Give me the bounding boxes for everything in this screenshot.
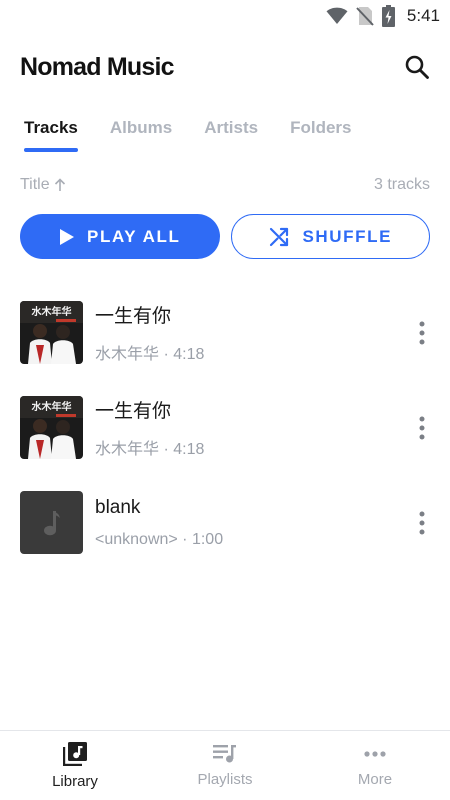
nav-library-label: Library: [52, 773, 98, 790]
album-art: 水木年华: [20, 301, 83, 364]
track-more-button[interactable]: [412, 413, 432, 443]
shuffle-button[interactable]: SHUFFLE: [230, 214, 430, 259]
album-art-text: 水木年华: [31, 400, 72, 413]
arrow-up-icon: [54, 178, 65, 191]
more-vertical-icon: [419, 416, 425, 439]
track-title: 一生有你: [95, 306, 172, 327]
sort-button[interactable]: Title: [20, 176, 66, 194]
track-row[interactable]: 水木年华 一生有你 水木年华 · 4:18: [0, 285, 450, 380]
bottom-nav: Library Playlists More: [0, 730, 450, 800]
wifi-icon: [326, 7, 348, 25]
track-title: 一生有你: [95, 401, 172, 422]
action-row: PLAY ALL SHUFFLE: [20, 214, 430, 260]
sort-label: Title: [20, 176, 50, 193]
album-art-placeholder: [20, 491, 83, 554]
nav-playlists-label: Playlists: [197, 771, 253, 788]
sort-row: Title 3 tracks: [20, 172, 430, 198]
nav-library[interactable]: Library: [0, 731, 150, 800]
tab-albums[interactable]: Albums: [110, 110, 172, 152]
search-icon: [405, 55, 429, 79]
tab-tracks[interactable]: Tracks: [24, 110, 78, 152]
track-subtitle: <unknown> · 1:00: [95, 530, 224, 548]
shuffle-icon: [270, 227, 289, 246]
nav-more[interactable]: More: [300, 731, 450, 800]
album-art: 水木年华: [20, 396, 83, 459]
track-subtitle: 水木年华 · 4:18: [95, 441, 205, 458]
play-all-label: PLAY ALL: [87, 226, 181, 246]
track-subtitle: 水木年华 · 4:18: [95, 346, 205, 363]
track-row[interactable]: 水木年华 一生有你 水木年华 · 4:18: [0, 380, 450, 475]
status-bar: 5:41: [0, 0, 450, 32]
track-list: 水木年华 一生有你 水木年华 · 4:18 水木年华 一生有你 水木年华 · 4…: [0, 285, 450, 570]
search-button[interactable]: [402, 52, 432, 82]
tab-artists[interactable]: Artists: [204, 110, 258, 152]
battery-charging-icon: [381, 5, 395, 27]
track-more-button[interactable]: [412, 508, 432, 538]
no-sim-icon: [356, 6, 374, 26]
library-tabs: Tracks Albums Artists Folders: [0, 110, 450, 156]
more-horizontal-icon: [364, 751, 386, 757]
nav-more-label: More: [357, 771, 393, 788]
app-title: Nomad Music: [20, 52, 175, 81]
tab-folders[interactable]: Folders: [290, 110, 351, 152]
album-art-text: 水木年华: [31, 305, 72, 318]
track-count: 3 tracks: [373, 176, 430, 193]
play-icon: [60, 228, 75, 245]
more-vertical-icon: [419, 511, 425, 534]
play-all-button[interactable]: PLAY ALL: [20, 214, 220, 259]
track-text: 一生有你 水木年华 · 4:18: [95, 396, 204, 459]
track-row[interactable]: blank <unknown> · 1:00: [0, 475, 450, 570]
track-title: blank: [95, 496, 141, 518]
music-note-icon: [43, 510, 60, 535]
app-header: Nomad Music: [0, 44, 450, 90]
library-icon: [63, 742, 87, 766]
playlist-icon: [213, 745, 236, 763]
status-time: 5:41: [406, 6, 440, 25]
track-more-button[interactable]: [412, 318, 432, 348]
more-vertical-icon: [419, 321, 425, 344]
track-text: blank <unknown> · 1:00: [95, 497, 223, 549]
track-text: 一生有你 水木年华 · 4:18: [95, 301, 204, 364]
shuffle-label: SHUFFLE: [302, 226, 393, 246]
nav-playlists[interactable]: Playlists: [150, 731, 300, 800]
